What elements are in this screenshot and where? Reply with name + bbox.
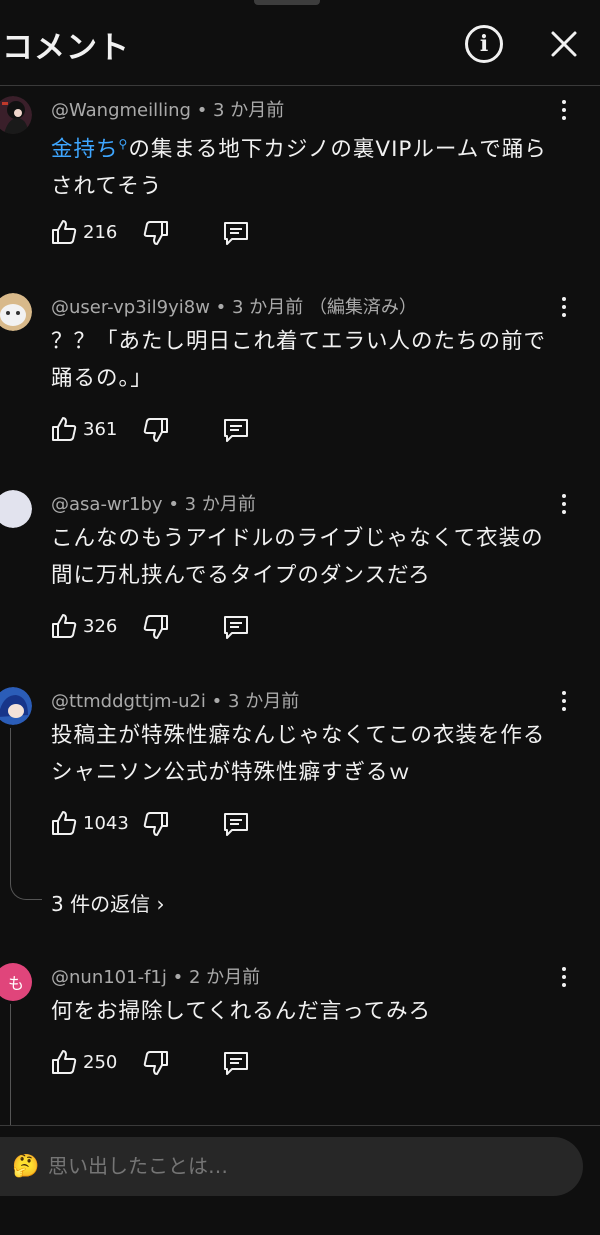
reply-icon[interactable] — [222, 1049, 250, 1077]
thinking-face-icon: 🤔 — [12, 1154, 40, 1179]
comment-text: 金持ち⚲の集まる地下カジノの裏VIPルームで踊らされてそう — [51, 126, 561, 205]
comment-meta: @user-vp3il9yi8w • 3 か月前 （編集済み） — [51, 297, 417, 318]
thumbs-up-icon[interactable] — [50, 415, 78, 443]
like-count: 326 — [83, 616, 118, 637]
comment-meta: @Wangmeilling • 3 か月前 — [51, 100, 285, 121]
replies-label: 3 件の返信 — [51, 892, 151, 916]
reply-icon[interactable] — [222, 219, 250, 247]
avatar[interactable] — [0, 293, 32, 331]
thumbs-down-icon[interactable] — [142, 1049, 170, 1077]
like-count: 250 — [83, 1052, 118, 1073]
comment-meta: @asa-wr1by • 3 か月前 — [51, 494, 256, 515]
comment-author[interactable]: @nun101-f1j — [51, 967, 167, 988]
comment-author[interactable]: @asa-wr1by — [51, 494, 163, 515]
thumbs-down-icon[interactable] — [142, 810, 170, 838]
comment-author[interactable]: @ttmddgttjm-u2i — [51, 691, 206, 712]
more-options-button[interactable] — [554, 295, 574, 319]
comment-text: 何をお掃除してくれるんだ言ってみろ — [51, 999, 432, 1024]
info-button[interactable]: i — [465, 25, 503, 63]
thumbs-down-icon[interactable] — [142, 613, 170, 641]
comment-time: 3 か月前 — [213, 100, 285, 121]
avatar[interactable]: も — [0, 963, 32, 1001]
thumbs-down-icon[interactable] — [142, 219, 170, 247]
view-replies-button[interactable]: 3 件の返信 › — [51, 888, 164, 917]
comment-time: 2 か月前 — [188, 967, 261, 988]
avatar[interactable] — [0, 490, 32, 528]
comment-input-box[interactable]: 🤔 — [0, 1137, 583, 1196]
comment-author[interactable]: @user-vp3il9yi8w — [51, 297, 210, 318]
avatar[interactable] — [0, 96, 32, 134]
avatar[interactable] — [0, 687, 32, 725]
like-count: 216 — [83, 222, 118, 243]
thread-line — [10, 728, 11, 878]
comment-meta: @ttmddgttjm-u2i • 3 か月前 — [51, 691, 300, 712]
thumbs-down-icon[interactable] — [142, 416, 170, 444]
reply-icon[interactable] — [222, 416, 250, 444]
close-icon — [551, 31, 577, 57]
comment-input[interactable] — [48, 1154, 548, 1178]
comment-text: こんなのもうアイドルのライブじゃなくて衣装の間に万札挟んでるタイプのダンスだろ — [51, 526, 544, 588]
search-icon: ⚲ — [118, 137, 129, 151]
like-count: 1043 — [83, 813, 129, 834]
footer-divider — [0, 1125, 600, 1126]
page-title: コメント — [2, 30, 130, 66]
thumbs-up-icon[interactable] — [50, 1048, 78, 1076]
comment-time: 3 か月前 — [228, 691, 300, 712]
more-options-button[interactable] — [554, 689, 574, 713]
reply-icon[interactable] — [222, 613, 250, 641]
comment-time: 3 か月前 — [184, 494, 256, 515]
info-icon: i — [479, 31, 489, 57]
chevron-right-icon: › — [156, 892, 165, 916]
thread-line — [10, 1004, 11, 1125]
close-button[interactable] — [548, 28, 580, 60]
comment-time: 3 か月前 — [232, 297, 304, 318]
thread-curve — [10, 876, 42, 900]
comment-meta: @nun101-f1j • 2 か月前 — [51, 967, 261, 988]
more-options-button[interactable] — [554, 965, 574, 989]
thumbs-up-icon[interactable] — [50, 809, 78, 837]
comment-text: 投稿主が特殊性癖なんじゃなくてこの衣装を作るシャニソン公式が特殊性癖すぎるｗ — [51, 723, 546, 785]
reply-icon[interactable] — [222, 810, 250, 838]
thumbs-up-icon[interactable] — [50, 218, 78, 246]
like-count: 361 — [83, 419, 118, 440]
search-link[interactable]: 金持ち — [51, 137, 119, 162]
comment-text: ？？「あたし明日これ着てエラい人のたちの前で踊るの。」 — [51, 329, 547, 391]
more-options-button[interactable] — [554, 98, 574, 122]
comment-author[interactable]: @Wangmeilling — [51, 100, 191, 121]
edited-label: （編集済み） — [308, 297, 417, 318]
more-options-button[interactable] — [554, 492, 574, 516]
avatar-letter: も — [7, 974, 24, 993]
thumbs-up-icon[interactable] — [50, 612, 78, 640]
comments-header: コメント i — [0, 0, 600, 86]
